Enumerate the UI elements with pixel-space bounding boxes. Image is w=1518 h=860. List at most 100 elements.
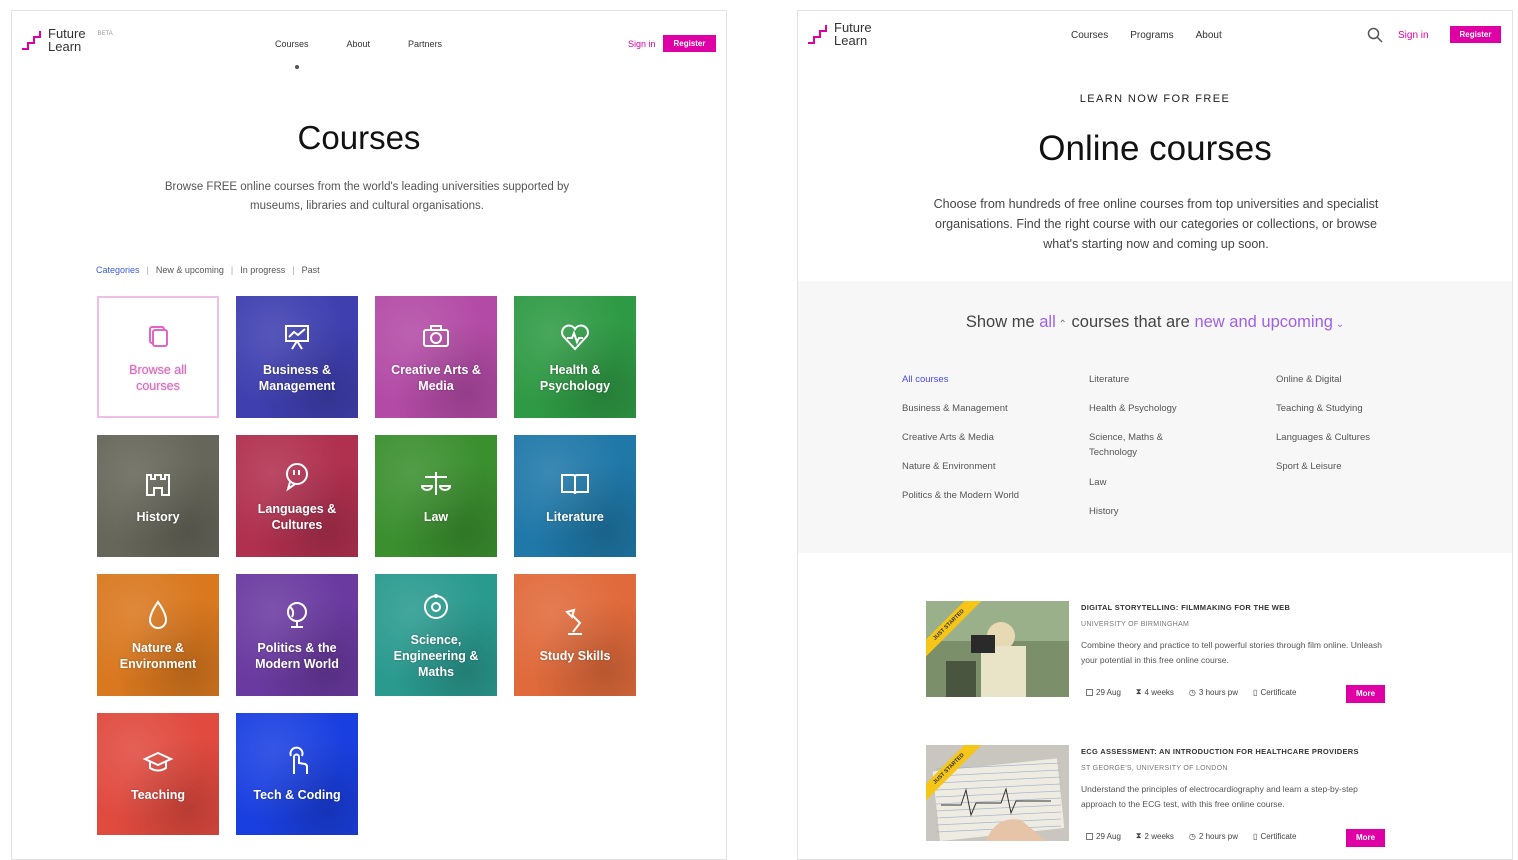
category-link[interactable]: History [1089, 504, 1189, 519]
course-hours: 2 hours pw [1198, 831, 1239, 841]
logo-line2: Learn [48, 39, 82, 54]
category-tile-creative-arts-media[interactable]: Creative Arts & Media [375, 296, 497, 418]
search-icon[interactable] [1367, 27, 1383, 43]
nav-courses[interactable]: Courses [1071, 30, 1108, 41]
chevron-down-icon: ⌄ [1332, 319, 1345, 330]
category-link[interactable]: Online & Digital [1276, 372, 1396, 387]
course-meta: 29 Aug ⧗ 4 weeks ◷ 3 hours pw ▯ Certificate [1086, 687, 1311, 697]
more-button[interactable]: More [1346, 829, 1385, 847]
nav-partners[interactable]: Partners [408, 39, 442, 49]
tile-texture [375, 296, 497, 418]
register-button[interactable]: Register [1450, 26, 1501, 43]
category-link[interactable]: Teaching & Studying [1276, 401, 1396, 416]
category-tile-study-skills[interactable]: Study Skills [514, 574, 636, 696]
category-tile-languages-cultures[interactable]: Languages & Cultures [236, 435, 358, 557]
category-link[interactable]: Sport & Leisure [1276, 459, 1396, 474]
page-subtitle: Browse FREE online courses from the worl… [164, 181, 570, 212]
nav-courses[interactable]: Courses [275, 39, 309, 49]
scales-icon [420, 472, 452, 495]
status-dropdown[interactable]: new and upcoming ⌄ [1194, 313, 1344, 331]
category-tile-nature-environment[interactable]: Nature & Environment [97, 574, 219, 696]
register-button[interactable]: Register [663, 35, 716, 52]
clock-icon: ◷ [1188, 687, 1196, 697]
category-link[interactable]: Languages & Cultures [1276, 430, 1396, 445]
courses-page-right: Future Learn Courses Programs About Sign… [797, 10, 1513, 860]
futurelearn-logo[interactable]: Future Learn [806, 21, 872, 47]
globe-icon [287, 602, 307, 628]
signin-link[interactable]: Sign in [628, 39, 656, 49]
course-thumbnail[interactable]: JUST STARTED [926, 745, 1069, 841]
category-link[interactable]: Politics & the Modern World [902, 488, 1022, 503]
scope-dropdown[interactable]: all ⌃ [1039, 313, 1067, 331]
category-tile-politics-the-modern-world[interactable]: Politics & the Modern World [236, 574, 358, 696]
category-link[interactable]: Creative Arts & Media [902, 430, 1022, 445]
tile-texture [236, 296, 358, 418]
category-tile-health-psychology[interactable]: Health & Psychology [514, 296, 636, 418]
scope-value: all [1039, 313, 1056, 331]
category-tile-business-management[interactable]: Business & Management [236, 296, 358, 418]
tab-new-upcoming[interactable]: New & upcoming [156, 265, 224, 275]
futurelearn-logo[interactable]: Future Learn BETA [20, 27, 113, 53]
leaf-drop-icon [148, 600, 168, 629]
course-title[interactable]: ECG ASSESSMENT: AN INTRODUCTION FOR HEAL… [1081, 747, 1359, 756]
certificate-icon: ▯ [1253, 831, 1258, 841]
category-tile-browse-all-courses[interactable]: Browse all courses [97, 296, 219, 418]
tile-texture [97, 574, 219, 696]
course-university: ST GEORGE'S, UNIVERSITY OF LONDON [1081, 765, 1228, 772]
certificate-icon: ▯ [1253, 687, 1258, 697]
category-tile-law[interactable]: Law [375, 435, 497, 557]
category-link[interactable]: Science, Maths & Technology [1089, 430, 1189, 460]
course-cert: Certificate [1260, 687, 1297, 697]
category-tile-tech-coding[interactable]: Tech & Coding [236, 713, 358, 835]
page-kicker: LEARN NOW FOR FREE [1079, 93, 1231, 105]
category-tile-science-engineering-maths[interactable]: Science, Engineering & Maths [375, 574, 497, 696]
course-filter-tabs: Categories | New & upcoming | In progres… [96, 265, 320, 275]
category-tile-label: Languages & Cultures [257, 502, 337, 532]
course-title[interactable]: DIGITAL STORYTELLING: FILMMAKING FOR THE… [1081, 603, 1290, 612]
course-hours: 3 hours pw [1198, 687, 1239, 697]
category-tile-teaching[interactable]: Teaching [97, 713, 219, 835]
nav-about[interactable]: About [347, 39, 371, 49]
category-tile-history[interactable]: History [97, 435, 219, 557]
category-tile-label: Health & Psychology [539, 363, 611, 393]
category-tile-label: Tech & Coding [253, 788, 341, 802]
tile-texture [236, 435, 358, 557]
tab-in-progress[interactable]: In progress [240, 265, 285, 275]
hourglass-icon: ⧗ [1135, 687, 1142, 696]
course-date: 29 Aug [1096, 687, 1121, 697]
category-link[interactable]: Business & Management [902, 401, 1022, 416]
main-nav: Courses About Partners [275, 39, 442, 49]
course-thumbnail[interactable]: JUST STARTED [926, 601, 1069, 697]
logo-icon [22, 31, 41, 50]
page-subtitle: Choose from hundreds of free online cour… [933, 197, 1379, 251]
tab-categories[interactable]: Categories [96, 265, 140, 275]
signin-link[interactable]: Sign in [1398, 30, 1429, 41]
heart-pulse-icon [561, 324, 589, 351]
nav-programs[interactable]: Programs [1130, 30, 1173, 41]
calendar-icon [1086, 832, 1093, 840]
course-card: JUST STARTED DIGITAL STORYTELLING: FILMMA… [926, 601, 1396, 703]
more-button[interactable]: More [1346, 685, 1385, 703]
course-meta: 29 Aug ⧗ 2 weeks ◷ 2 hours pw ▯ Certificate [1086, 831, 1311, 841]
showme-prefix: Show me [965, 313, 1035, 331]
nav-about[interactable]: About [1196, 30, 1222, 41]
course-description: Combine theory and practice to tell powe… [1081, 640, 1382, 665]
browse-icon [149, 326, 168, 347]
tab-past[interactable]: Past [302, 265, 320, 275]
calendar-icon [1086, 688, 1093, 696]
beta-badge: BETA [97, 31, 113, 37]
category-tile-label: Literature [546, 510, 604, 524]
graduation-cap-icon [142, 751, 174, 772]
show-me-filter: Show me all ⌃ courses that are new and u… [798, 313, 1512, 332]
category-link[interactable]: Nature & Environment [902, 459, 1022, 474]
clock-icon: ◷ [1188, 831, 1196, 841]
category-link[interactable]: Health & Psychology [1089, 401, 1189, 416]
category-tile-label: History [136, 510, 180, 524]
category-tile-label: Nature & Environment [119, 641, 197, 671]
category-link[interactable]: Law [1089, 475, 1189, 490]
logo-icon [808, 25, 827, 44]
category-link[interactable]: All courses [902, 372, 1022, 387]
category-tile-literature[interactable]: Literature [514, 435, 636, 557]
category-link[interactable]: Literature [1089, 372, 1189, 387]
status-value: new and upcoming [1194, 313, 1333, 331]
